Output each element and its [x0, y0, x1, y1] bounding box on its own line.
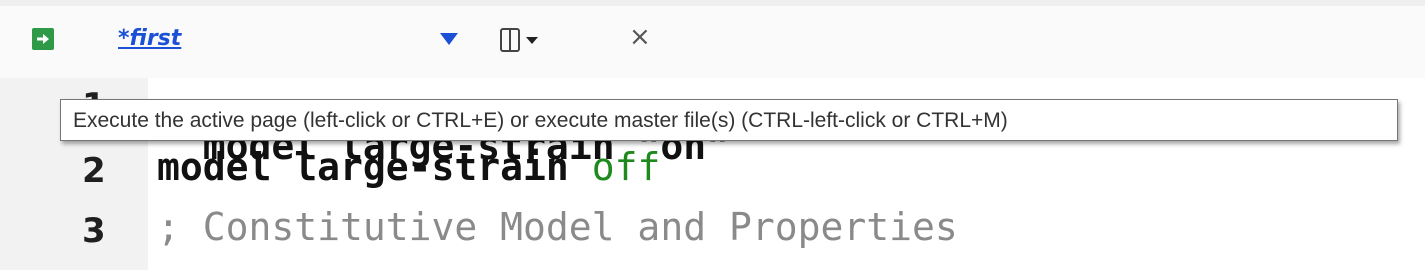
code-comment: ; Constitutive Model and Properties [157, 205, 958, 249]
execute-tooltip: Execute the active page (left-click or C… [60, 99, 1398, 141]
triangle-down-icon[interactable] [439, 32, 459, 46]
code-value: off [591, 145, 661, 189]
split-view-icon [500, 28, 538, 52]
close-icon[interactable]: × [629, 22, 651, 52]
run-arrow-icon [37, 34, 49, 44]
line-number: 3 [82, 211, 106, 251]
code-keyword: model large-strain [157, 145, 569, 189]
editor-tab-bar: *first × [0, 0, 1425, 78]
code-line[interactable]: model large-strain off [157, 145, 660, 189]
split-view-button[interactable] [499, 27, 541, 53]
line-number: 2 [82, 151, 106, 191]
code-line[interactable]: ; Constitutive Model and Properties [157, 205, 958, 249]
tab-title[interactable]: *first [118, 26, 181, 51]
top-divider [0, 0, 1425, 6]
execute-button[interactable] [32, 28, 54, 50]
